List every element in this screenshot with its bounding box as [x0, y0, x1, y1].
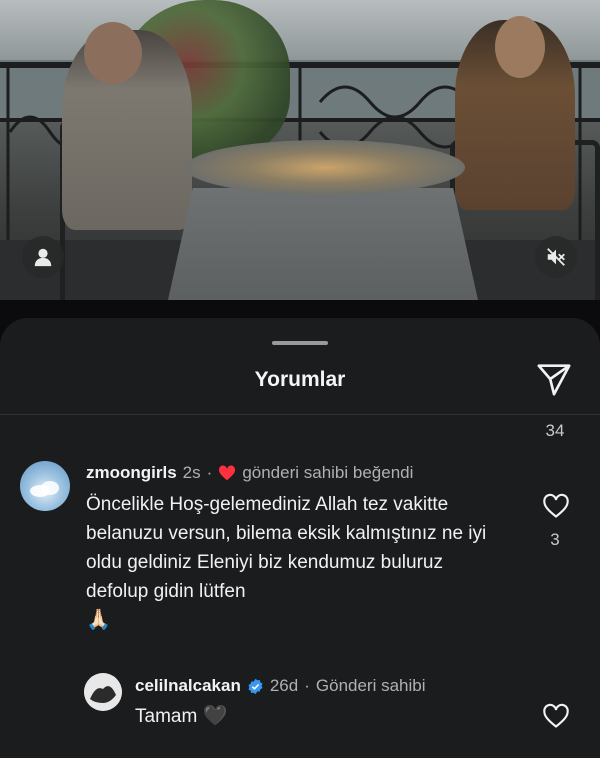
sheet-title: Yorumlar: [254, 368, 346, 391]
heart-icon: [219, 465, 236, 481]
comment-username[interactable]: zmoongirls: [86, 463, 177, 483]
reply-body: Tamam: [135, 706, 198, 727]
mute-icon: [547, 248, 565, 266]
comment-time: 2s: [182, 463, 201, 482]
reply-time: 26d: [269, 676, 299, 695]
share-icon[interactable]: [535, 360, 573, 398]
black-heart-emoji: 🖤: [202, 705, 228, 727]
person-right-head: [495, 16, 545, 78]
comment-meta: zmoongirls 2s · gönderi sahibi beğendi: [86, 463, 413, 483]
heart-icon[interactable]: [542, 492, 570, 520]
mute-button[interactable]: [535, 236, 577, 278]
post-media[interactable]: [0, 0, 600, 300]
verified-icon: [248, 678, 263, 694]
user-icon: [34, 248, 52, 267]
person-left: [62, 22, 192, 230]
reply-username[interactable]: celilnalcakan: [135, 676, 241, 696]
avatar-photo: [84, 673, 122, 711]
comments-sheet: Yorumlar 34 zmoongirls 2s · gönderi sahi…: [0, 318, 600, 758]
top-like-count: 34: [545, 421, 565, 440]
tablecloth: [168, 188, 478, 300]
heart-icon[interactable]: [542, 702, 570, 730]
meta-separator: ·: [304, 676, 310, 695]
person-left-head: [84, 22, 142, 84]
avatar[interactable]: [20, 461, 70, 511]
author-label: Gönderi sahibi: [315, 676, 426, 695]
reply-text: Tamam 🖤: [135, 702, 435, 731]
liked-by-author-label: gönderi sahibi beğendi: [242, 463, 414, 482]
avatar[interactable]: [84, 673, 122, 711]
comment-text: Öncelikle Hoş-gelemediniz Allah tez vaki…: [86, 490, 506, 635]
praying-hands-emoji: 🙏🏻: [86, 609, 111, 631]
header-divider: [0, 414, 600, 415]
breakfast-table: [185, 140, 465, 195]
comment-body: Öncelikle Hoş-gelemediniz Allah tez vaki…: [86, 494, 487, 602]
drag-handle[interactable]: [272, 341, 328, 345]
meta-separator: ·: [206, 463, 213, 482]
person-right: [455, 16, 575, 210]
comment-like-count: 3: [550, 530, 560, 549]
reply-meta: celilnalcakan 26d · Gönderi sahibi: [135, 676, 426, 696]
tagged-users-button[interactable]: [22, 236, 64, 278]
avatar-cloud-icon: [30, 481, 59, 497]
